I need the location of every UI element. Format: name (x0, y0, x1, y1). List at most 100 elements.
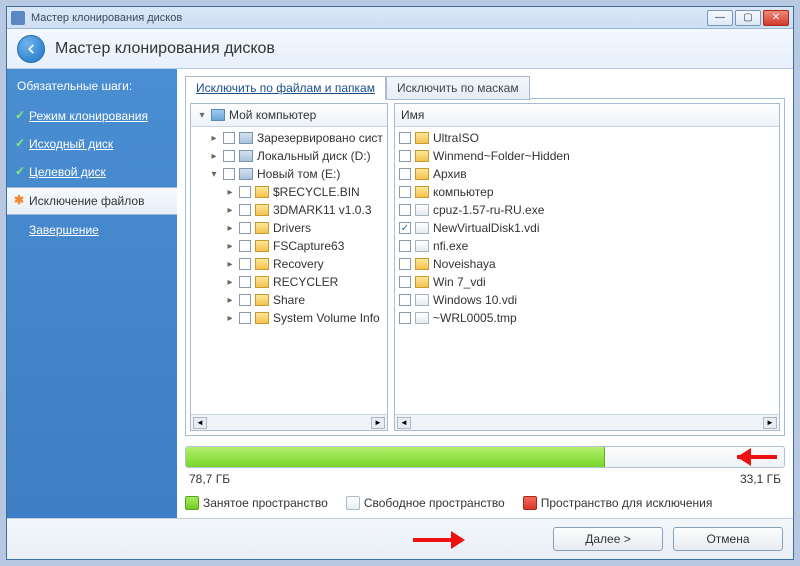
list-label: Win 7_vdi (433, 275, 486, 289)
checkbox[interactable] (239, 276, 251, 288)
back-button[interactable] (17, 35, 45, 63)
expand-icon[interactable]: ▸ (225, 259, 235, 270)
sidebar-item-mode[interactable]: Режим клонирования (7, 103, 177, 129)
titlebar[interactable]: Мастер клонирования дисков — ▢ ✕ (7, 7, 793, 29)
checkbox[interactable] (399, 132, 411, 144)
checkbox[interactable] (399, 150, 411, 162)
checkbox[interactable] (399, 168, 411, 180)
list-label: ~WRL0005.tmp (433, 311, 517, 325)
checkbox[interactable] (223, 168, 235, 180)
tree-row[interactable]: ▸Share (191, 291, 387, 309)
tree-row[interactable]: ▸Recovery (191, 255, 387, 273)
list-row[interactable]: компьютер (395, 183, 779, 201)
scroll-left-icon[interactable]: ◄ (397, 417, 411, 429)
tree-row[interactable]: ▸ FSCapture63 (191, 237, 387, 255)
folder-icon (255, 240, 269, 252)
legend-excl-label: Пространство для исключения (541, 496, 713, 510)
expand-icon[interactable]: ▸ (225, 187, 235, 198)
checkbox[interactable] (399, 240, 411, 252)
checkbox[interactable] (223, 150, 235, 162)
checkbox[interactable] (239, 204, 251, 216)
expand-icon[interactable]: ▸ (225, 277, 235, 288)
expand-icon[interactable]: ▸ (225, 241, 235, 252)
tree-row[interactable]: ▸RECYCLER (191, 273, 387, 291)
tree-label: $RECYCLE.BIN (273, 185, 360, 199)
capacity-used-segment (186, 447, 605, 467)
sidebar-item-exclude[interactable]: Исключение файлов (7, 187, 177, 215)
checkbox[interactable] (239, 294, 251, 306)
list-row[interactable]: Windows 10.vdi (395, 291, 779, 309)
list-scrollbar[interactable]: ◄ ► (395, 414, 779, 430)
folder-icon (255, 222, 269, 234)
expand-icon[interactable]: ▾ (209, 169, 219, 180)
sidebar-item-source[interactable]: Исходный диск (7, 131, 177, 157)
expand-icon[interactable]: ▸ (225, 205, 235, 216)
list-header[interactable]: Имя (395, 104, 779, 127)
list-row[interactable]: Noveishaya (395, 255, 779, 273)
sidebar-item-target[interactable]: Целевой диск (7, 159, 177, 185)
list-label: Windows 10.vdi (433, 293, 517, 307)
folder-icon (415, 168, 429, 180)
checkbox[interactable] (223, 132, 235, 144)
checkbox[interactable] (239, 258, 251, 270)
list-row[interactable]: UltraISO (395, 129, 779, 147)
checkbox[interactable] (399, 294, 411, 306)
list-body[interactable]: UltraISOWinmend~Folder~HiddenАрхивкомпью… (395, 127, 779, 414)
tree-row[interactable]: ▸Drivers (191, 219, 387, 237)
list-row[interactable]: ~WRL0005.tmp (395, 309, 779, 327)
tree-row[interactable]: ▸Зарезервировано сист (191, 129, 387, 147)
list-row[interactable]: Win 7_vdi (395, 273, 779, 291)
checkbox[interactable] (239, 240, 251, 252)
page-title: Мастер клонирования дисков (55, 40, 275, 58)
tree-row[interactable]: ▸Локальный диск (D:) (191, 147, 387, 165)
list-row[interactable]: ✓ NewVirtualDisk1.vdi (395, 219, 779, 237)
maximize-button[interactable]: ▢ (735, 10, 761, 26)
expand-icon[interactable]: ▸ (225, 223, 235, 234)
legend-free-swatch (346, 496, 360, 510)
list-row[interactable]: Архив (395, 165, 779, 183)
wizard-header: Мастер клонирования дисков (7, 29, 793, 69)
tab-by-masks[interactable]: Исключить по маскам (386, 76, 530, 100)
sidebar-item-finish[interactable]: Завершение (7, 217, 177, 243)
checkbox[interactable] (399, 204, 411, 216)
close-button[interactable]: ✕ (763, 10, 789, 26)
minimize-button[interactable]: — (707, 10, 733, 26)
expand-icon[interactable]: ▸ (209, 151, 219, 162)
checkbox[interactable] (399, 276, 411, 288)
scroll-right-icon[interactable]: ► (763, 417, 777, 429)
tree-label: FSCapture63 (273, 239, 344, 253)
list-row[interactable]: nfi.exe (395, 237, 779, 255)
tree-body[interactable]: ▸Зарезервировано сист▸Локальный диск (D:… (191, 127, 387, 414)
expand-icon[interactable]: ▸ (209, 133, 219, 144)
checkbox[interactable] (399, 186, 411, 198)
checkbox[interactable] (239, 186, 251, 198)
tree-row[interactable]: ▾Новый том (E:) (191, 165, 387, 183)
list-row[interactable]: cpuz-1.57-ru-RU.exe (395, 201, 779, 219)
checkbox[interactable] (239, 312, 251, 324)
checkbox[interactable] (239, 222, 251, 234)
file-icon (415, 222, 429, 234)
checkbox[interactable]: ✓ (399, 222, 411, 234)
file-icon (415, 312, 429, 324)
scroll-right-icon[interactable]: ► (371, 417, 385, 429)
wizard-window: Мастер клонирования дисков — ▢ ✕ Мастер … (6, 6, 794, 560)
checkbox[interactable] (399, 258, 411, 270)
list-label: Noveishaya (433, 257, 496, 271)
tree-row[interactable]: ▸System Volume Info (191, 309, 387, 327)
expand-icon[interactable]: ▸ (225, 313, 235, 324)
expand-icon[interactable]: ▸ (225, 295, 235, 306)
list-label: cpuz-1.57-ru-RU.exe (433, 203, 544, 217)
list-row[interactable]: Winmend~Folder~Hidden (395, 147, 779, 165)
tree-scrollbar[interactable]: ◄ ► (191, 414, 387, 430)
tab-by-files[interactable]: Исключить по файлам и папкам (185, 76, 386, 100)
next-button[interactable]: Далее > (553, 527, 663, 551)
list-pane: Имя UltraISOWinmend~Folder~HiddenАрхивко… (394, 103, 780, 431)
scroll-left-icon[interactable]: ◄ (193, 417, 207, 429)
tree-row[interactable]: ▸3DMARK11 v1.0.3 (191, 201, 387, 219)
list-label: NewVirtualDisk1.vdi (433, 221, 539, 235)
app-icon (11, 11, 25, 25)
tree-row[interactable]: ▸ $RECYCLE.BIN (191, 183, 387, 201)
checkbox[interactable] (399, 312, 411, 324)
cancel-button[interactable]: Отмена (673, 527, 783, 551)
expand-icon[interactable]: ▾ (197, 110, 207, 121)
